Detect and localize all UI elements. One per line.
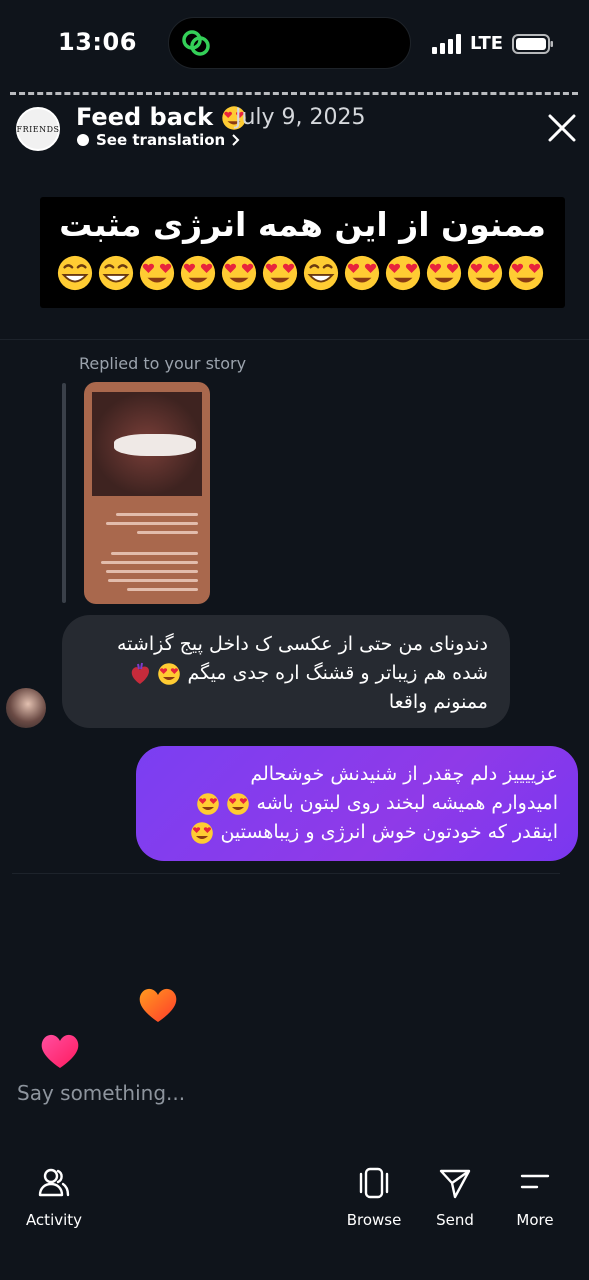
link-icon [182, 30, 210, 56]
story-content-card[interactable]: ممنون از این همه انرژی مثبت [40, 197, 565, 308]
status-time: 13:06 [58, 28, 137, 56]
nav-send-button[interactable]: Send [415, 1165, 495, 1229]
outgoing-message-bubble[interactable]: عزییییز دلم چقدر از شنیدنش خوشحالم امیدو… [136, 746, 578, 861]
anatomical-heart-icon [132, 662, 150, 684]
outgoing-message-text: عزییییز دلم چقدر از شنیدنش خوشحالم امیدو… [138, 760, 558, 847]
grin-emoji-icon [57, 255, 93, 291]
heart-eyes-emoji-icon [385, 255, 421, 291]
network-label: LTE [470, 33, 504, 54]
message-input[interactable]: Say something... [17, 1081, 185, 1105]
more-menu-icon [520, 1174, 550, 1189]
incoming-message-bubble[interactable]: دندونای من حتی از عکسی ک داخل پیج گزاشته… [62, 615, 510, 728]
nav-send-label: Send [436, 1211, 474, 1229]
battery-icon [512, 34, 553, 54]
incoming-message-text: دندونای من حتی از عکسی ک داخل پیج گزاشته… [116, 633, 488, 713]
story-title: Feed back [76, 103, 247, 131]
heart-eyes-emoji-icon [221, 255, 257, 291]
story-date: July 9, 2025 [235, 105, 366, 130]
grin-emoji-icon [303, 255, 339, 291]
heart-eyes-emoji-icon [180, 255, 216, 291]
thumbnail-text-lines [96, 507, 198, 597]
activity-people-icon [38, 1168, 70, 1197]
avatar-logo-text: FRIENDS [16, 124, 60, 134]
heart-eyes-emoji-icon [158, 662, 181, 685]
reply-quote-bar [62, 383, 66, 603]
send-paper-plane-icon [439, 1169, 471, 1199]
story-thumbnail[interactable] [84, 382, 210, 604]
heart-eyes-emoji-icon [508, 255, 544, 291]
heart-eyes-emoji-icon [262, 255, 298, 291]
close-icon[interactable] [545, 111, 579, 145]
nav-activity-label: Activity [25, 1211, 83, 1229]
heart-eyes-emoji-icon [191, 821, 214, 844]
replied-label: Replied to your story [79, 354, 247, 373]
nav-more-button[interactable]: More [495, 1165, 575, 1229]
sender-avatar[interactable] [6, 688, 46, 728]
nav-more-label: More [516, 1211, 554, 1229]
story-progress-bar [10, 92, 578, 95]
nav-browse-button[interactable]: Browse [334, 1165, 414, 1229]
heart-eyes-emoji-icon [467, 255, 503, 291]
heart-eyes-emoji-icon [227, 792, 250, 815]
story-text: ممنون از این همه انرژی مثبت [59, 205, 546, 244]
divider [12, 873, 560, 874]
divider [0, 339, 589, 340]
heart-eyes-emoji-icon [197, 792, 220, 815]
heart-eyes-emoji-icon [344, 255, 380, 291]
see-translation-link[interactable]: See translation [76, 131, 241, 149]
browse-cards-icon [359, 1167, 389, 1199]
profile-avatar[interactable]: FRIENDS [16, 107, 60, 151]
chevron-right-icon [232, 134, 240, 146]
floating-heart-icon [139, 988, 177, 1022]
nav-browse-label: Browse [346, 1211, 402, 1229]
lips-image [92, 392, 202, 496]
teeth-image [114, 434, 196, 456]
heart-eyes-emoji-icon [139, 255, 175, 291]
nav-activity-button[interactable]: Activity [14, 1165, 94, 1229]
signal-icon [432, 34, 461, 54]
translate-bubble-icon [77, 134, 89, 146]
floating-heart-icon [41, 1034, 79, 1068]
heart-eyes-emoji-icon [426, 255, 462, 291]
grin-emoji-icon [98, 255, 134, 291]
story-emoji-row [56, 254, 545, 292]
